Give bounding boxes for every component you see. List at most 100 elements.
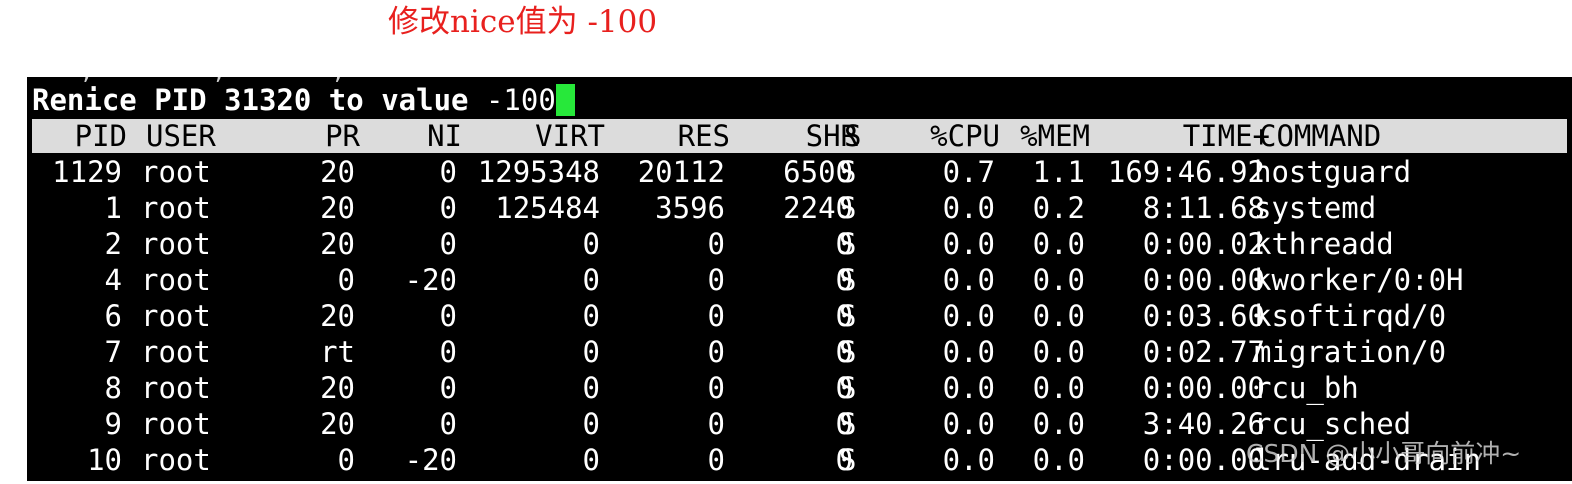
process-state: S [839,227,857,261]
process-state: S [839,407,857,441]
process-nice: -20 [404,443,457,477]
process-pid: 9 [104,407,122,441]
process-nice: 0 [439,299,457,333]
process-row[interactable]: 8 root 20 0 0 0 0 S 0.0 0.0 0:00.00 rcu_… [27,370,1572,406]
column-header-shr: SHR [805,119,858,153]
process-pid: 6 [104,299,122,333]
process-mem: 0.0 [1032,371,1085,405]
process-virt: 0 [582,263,600,297]
process-command: migration/0 [1254,335,1447,369]
process-nice: 0 [439,371,457,405]
process-pid: 8 [104,371,122,405]
process-time: 0:00.02 [1142,227,1265,261]
process-state: S [839,155,857,189]
process-shr: 0 [835,227,853,261]
process-pid: 1129 [52,155,122,189]
annotation-caption: 修改nice值为 -100 [388,4,658,40]
process-row[interactable]: 1129 root 20 0 1295348 20112 6500 S 0.7 … [27,154,1572,190]
process-state: S [839,299,857,333]
process-virt: 125484 [495,191,600,225]
process-virt: 0 [582,227,600,261]
process-cpu: 0.0 [942,371,995,405]
process-cpu: 0.0 [942,191,995,225]
process-res: 20112 [637,155,725,189]
process-state: S [839,335,857,369]
process-priority: 0 [337,443,355,477]
process-cpu: 0.0 [942,299,995,333]
process-command: kworker/0:0H [1254,263,1464,297]
process-nice: 0 [439,227,457,261]
process-nice: 0 [439,335,457,369]
column-header-command: COMMAND [1259,119,1382,153]
process-cpu: 0.0 [942,443,995,477]
process-time: 8:11.68 [1142,191,1265,225]
process-state: S [839,371,857,405]
process-mem: 1.1 [1032,155,1085,189]
process-nice: 0 [439,191,457,225]
process-res: 0 [707,227,725,261]
column-header-pr: PR [325,119,360,153]
process-nice: 0 [439,407,457,441]
process-shr: 2240 [783,191,853,225]
process-time: 0:00.00 [1142,443,1265,477]
process-mem: 0.0 [1032,443,1085,477]
process-pid: 2 [104,227,122,261]
renice-prompt[interactable]: Renice PID 31320 to value -100 [32,82,575,118]
process-cpu: 0.7 [942,155,995,189]
column-header-res: RES [677,119,730,153]
terminal-window[interactable]: , , , Renice PID 31320 to value -100 PID… [27,77,1572,481]
process-row[interactable]: 7 root rt 0 0 0 0 S 0.0 0.0 0:02.77 migr… [27,334,1572,370]
process-virt: 0 [582,335,600,369]
process-priority: 20 [320,191,355,225]
process-state: S [839,191,857,225]
process-shr: 0 [835,263,853,297]
process-priority: 20 [320,299,355,333]
process-cpu: 0.0 [942,263,995,297]
process-time: 169:46.92 [1107,155,1265,189]
process-state: S [839,443,857,477]
process-time: 0:02.77 [1142,335,1265,369]
process-virt: 1295348 [477,155,600,189]
process-priority: 0 [337,263,355,297]
process-priority: 20 [320,227,355,261]
process-priority: 20 [320,371,355,405]
column-header-virt: VIRT [535,119,605,153]
process-mem: 0.2 [1032,191,1085,225]
process-virt: 0 [582,443,600,477]
process-command: hostguard [1254,155,1412,189]
renice-prompt-label: Renice PID 31320 to value [32,83,469,117]
process-command: rcu_bh [1254,371,1359,405]
process-mem: 0.0 [1032,299,1085,333]
process-pid: 1 [104,191,122,225]
process-nice: -20 [404,263,457,297]
process-command: ksoftirqd/0 [1254,299,1447,333]
process-time: 0:00.00 [1142,371,1265,405]
process-virt: 0 [582,299,600,333]
column-header-state: S [844,119,862,153]
process-time: 0:00.00 [1142,263,1265,297]
column-header-ni: NI [427,119,462,153]
process-time: 3:40.26 [1142,407,1265,441]
csdn-watermark: CSDN @小小哥向前冲~ [1246,439,1522,468]
process-priority: 20 [320,407,355,441]
process-pid: 10 [87,443,122,477]
process-row[interactable]: 4 root 0 -20 0 0 0 S 0.0 0.0 0:00.00 kwo… [27,262,1572,298]
process-res: 0 [707,371,725,405]
process-row[interactable]: 1 root 20 0 125484 3596 2240 S 0.0 0.2 8… [27,190,1572,226]
process-command: kthreadd [1254,227,1394,261]
process-shr: 0 [835,407,853,441]
process-virt: 0 [582,371,600,405]
process-mem: 0.0 [1032,335,1085,369]
renice-value-input[interactable]: -100 [469,83,556,117]
process-cpu: 0.0 [942,227,995,261]
process-res: 0 [707,407,725,441]
process-pid: 7 [104,335,122,369]
process-row[interactable]: 6 root 20 0 0 0 0 S 0.0 0.0 0:03.60 ksof… [27,298,1572,334]
process-cpu: 0.0 [942,407,995,441]
process-row[interactable]: 2 root 20 0 0 0 0 S 0.0 0.0 0:00.02 kthr… [27,226,1572,262]
process-mem: 0.0 [1032,407,1085,441]
process-command: systemd [1254,191,1377,225]
process-res: 3596 [655,191,725,225]
process-shr: 0 [835,371,853,405]
cursor-block [555,84,575,116]
